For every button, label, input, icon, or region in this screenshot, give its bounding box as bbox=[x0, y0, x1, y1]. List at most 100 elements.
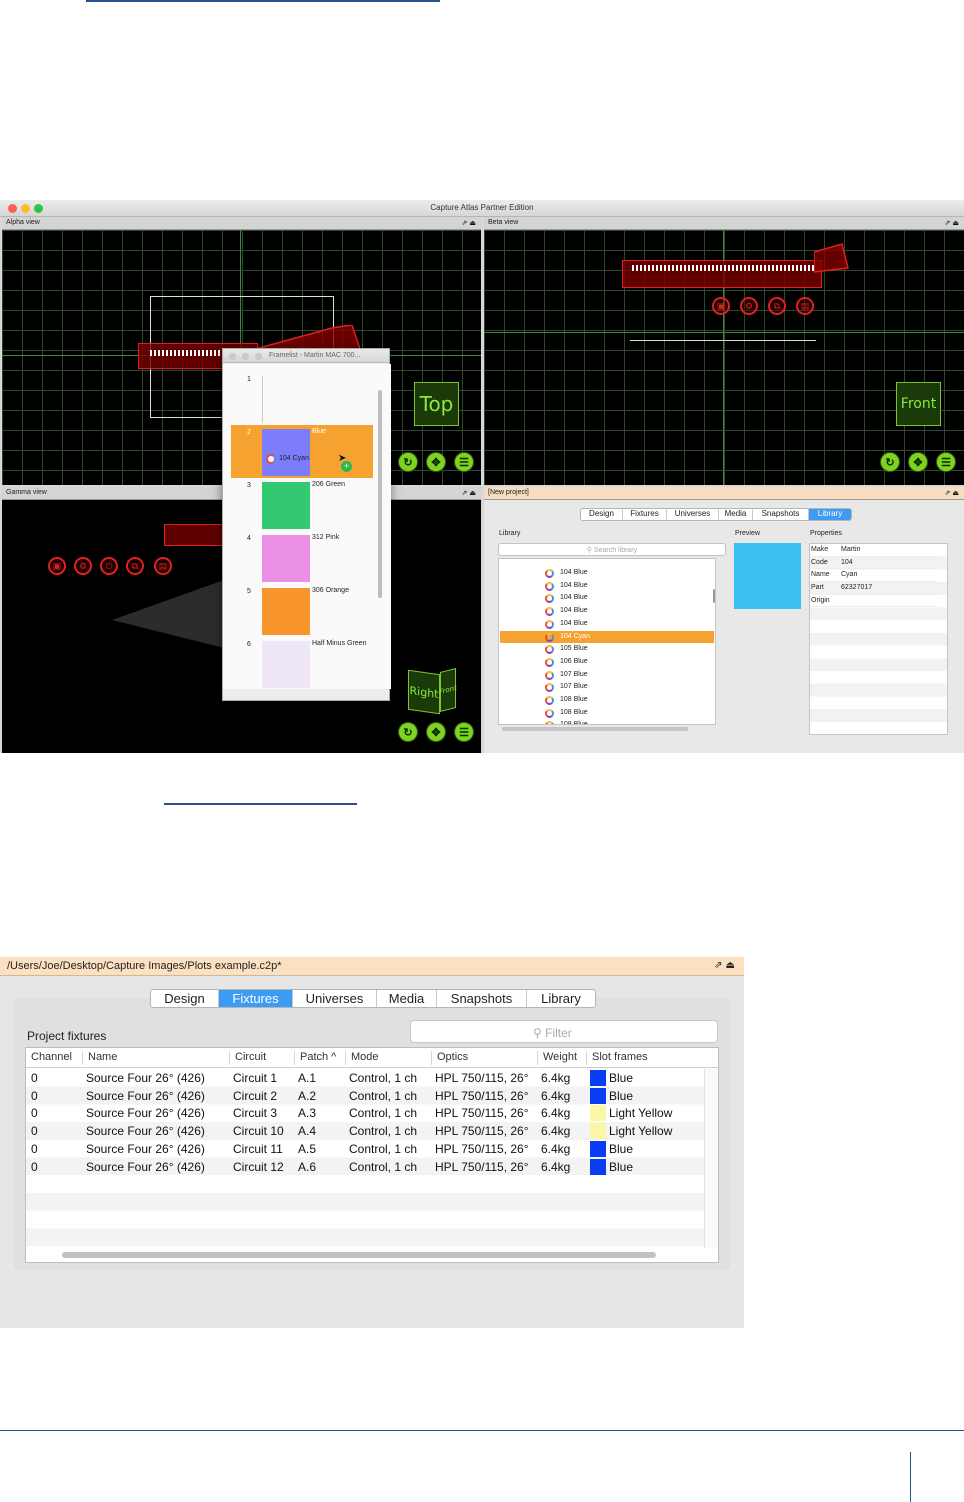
library-item[interactable]: 106 Blue bbox=[500, 656, 714, 669]
framelist-window[interactable]: Framelist - Martin MAC 700... 1 2 Blue 1… bbox=[222, 348, 391, 701]
tab-universes[interactable]: Universes bbox=[667, 509, 719, 520]
fixtures-table[interactable]: Channel Name Circuit Patch ^ Mode Optics… bbox=[25, 1047, 719, 1263]
copy-icon[interactable]: ⧉ bbox=[126, 557, 144, 575]
table-vscroll-track[interactable] bbox=[704, 1069, 718, 1248]
filter-input[interactable]: ⚲ Filter bbox=[410, 1020, 718, 1043]
tab-media[interactable]: Media bbox=[719, 509, 753, 520]
column-slot-frames[interactable]: Slot frames bbox=[586, 1051, 648, 1065]
pane-window-controls[interactable]: ⇗⏏ bbox=[945, 489, 961, 497]
pane-window-controls[interactable]: ⇗⏏ bbox=[714, 960, 738, 971]
framelist-scrollbar[interactable] bbox=[378, 390, 382, 598]
column-circuit[interactable]: Circuit bbox=[229, 1051, 266, 1065]
tab-fixtures[interactable]: Fixtures bbox=[219, 990, 293, 1007]
library-item[interactable]: 104 Blue bbox=[500, 580, 714, 593]
library-search[interactable]: ⚲ Search library bbox=[498, 543, 726, 556]
framelist-close-button[interactable] bbox=[229, 353, 236, 360]
column-weight[interactable]: Weight bbox=[537, 1051, 577, 1065]
frame-slot-number: 2 bbox=[247, 429, 251, 436]
library-item[interactable]: 104 Blue bbox=[500, 567, 714, 580]
table-row[interactable]: 0 Source Four 26° (426) Circuit 10 A.4 Contr… bbox=[26, 1122, 704, 1140]
focus-icon[interactable]: ▣ bbox=[712, 297, 730, 315]
focus-icon[interactable]: ▣ bbox=[48, 557, 66, 575]
tab-snapshots[interactable]: Snapshots bbox=[753, 509, 809, 520]
property-key: Code bbox=[811, 558, 828, 566]
gear-icon[interactable]: ⚙ bbox=[740, 297, 758, 315]
pane-window-controls[interactable]: ⇗⏏ bbox=[462, 219, 478, 227]
framelist-minimize-button[interactable] bbox=[242, 353, 249, 360]
frame-slot-6[interactable]: 6 Half Minus Green bbox=[231, 637, 373, 690]
document-icon[interactable]: ▤ bbox=[796, 297, 814, 315]
frame-slot-1[interactable]: 1 bbox=[231, 372, 373, 425]
pan-button[interactable]: ✥ bbox=[908, 452, 928, 472]
column-optics[interactable]: Optics bbox=[431, 1051, 468, 1065]
framelist-zoom-button[interactable] bbox=[255, 353, 262, 360]
orbit-button[interactable]: ↻ bbox=[398, 722, 418, 742]
library-list[interactable]: 104 Blue 104 Blue 104 Blue 104 Blue 104 Blue… bbox=[498, 558, 716, 725]
library-item[interactable]: 108 Blue bbox=[500, 694, 714, 707]
framelist-list[interactable]: 1 2 Blue 104 Cyan ➤ + 3 206 Green 4 312 … bbox=[223, 364, 391, 689]
library-item[interactable]: 108 Blue bbox=[500, 707, 714, 720]
library-item[interactable]: 107 Blue bbox=[500, 669, 714, 682]
cube-face-front[interactable]: Front bbox=[439, 668, 457, 712]
tab-design[interactable]: Design bbox=[581, 509, 623, 520]
cell-circuit: Circuit 2 bbox=[233, 1088, 278, 1103]
library-scrollbar[interactable] bbox=[713, 589, 715, 603]
tab-design[interactable]: Design bbox=[151, 990, 219, 1007]
front-view-cube[interactable]: Front bbox=[896, 382, 941, 426]
doc-link-underline-top[interactable] bbox=[86, 0, 440, 2]
project-tabs[interactable]: Design Fixtures Universes Media Snapshot… bbox=[150, 989, 596, 1008]
pan-button[interactable]: ✥ bbox=[426, 452, 446, 472]
library-item[interactable]: 104 Blue bbox=[500, 605, 714, 618]
library-item[interactable]: 104 Blue bbox=[500, 592, 714, 605]
tab-media[interactable]: Media bbox=[377, 990, 437, 1007]
column-channel[interactable]: Channel bbox=[26, 1051, 72, 1065]
table-row[interactable]: 0 Source Four 26° (426) Circuit 11 A.5 Contr… bbox=[26, 1140, 704, 1158]
frame-slot-3[interactable]: 3 206 Green bbox=[231, 478, 373, 531]
table-row[interactable]: 0 Source Four 26° (426) Circuit 12 A.6 Contr… bbox=[26, 1158, 704, 1176]
tab-universes[interactable]: Universes bbox=[293, 990, 377, 1007]
menu-button[interactable]: ☰ bbox=[454, 722, 474, 742]
library-item[interactable]: 104 Cyan bbox=[500, 630, 714, 644]
menu-button[interactable]: ☰ bbox=[936, 452, 956, 472]
library-item-label: 108 Blue bbox=[560, 696, 588, 703]
library-item[interactable]: 105 Blue bbox=[500, 643, 714, 656]
cell-name: Source Four 26° (426) bbox=[86, 1106, 205, 1121]
library-hscroll[interactable] bbox=[502, 727, 688, 731]
menu-button[interactable]: ☰ bbox=[454, 452, 474, 472]
tab-snapshots[interactable]: Snapshots bbox=[437, 990, 527, 1007]
library-item[interactable]: 108 Blue bbox=[500, 719, 714, 724]
top-view-cube[interactable]: Top bbox=[414, 382, 459, 426]
beta-view-grid[interactable]: ▣ ⚙ ⧉ ▤ Front ↻ ✥ ☰ bbox=[484, 230, 964, 485]
column-mode[interactable]: Mode bbox=[345, 1051, 379, 1065]
power-icon[interactable]: ⏻ bbox=[100, 557, 118, 575]
tab-library[interactable]: Library bbox=[809, 509, 851, 520]
library-item[interactable]: 104 Blue bbox=[500, 618, 714, 631]
library-label: Library bbox=[499, 530, 521, 537]
gear-icon[interactable]: ⚙ bbox=[74, 557, 92, 575]
column-name[interactable]: Name bbox=[82, 1051, 117, 1065]
cube-face-right[interactable]: Right bbox=[408, 669, 440, 715]
doc-link-underline-middle[interactable] bbox=[164, 803, 357, 805]
frame-slot-5[interactable]: 5 306 Orange bbox=[231, 584, 373, 637]
table-row[interactable]: 0 Source Four 26° (426) Circuit 2 A.2 Contro… bbox=[26, 1087, 704, 1105]
orbit-button[interactable]: ↻ bbox=[398, 452, 418, 472]
table-row[interactable]: 0 Source Four 26° (426) Circuit 1 A.1 Contro… bbox=[26, 1069, 704, 1087]
pane-window-controls[interactable]: ⇗⏏ bbox=[945, 219, 961, 227]
tab-fixtures[interactable]: Fixtures bbox=[623, 509, 667, 520]
project-pane[interactable]: [New project] ⇗⏏ Design Fixtures Univers… bbox=[484, 487, 964, 753]
copy-icon[interactable]: ⧉ bbox=[768, 297, 786, 315]
beta-view-pane[interactable]: Beta view ⇗⏏ ▣ ⚙ ⧉ ▤ Front ↻ ✥ ☰ bbox=[484, 217, 964, 485]
table-hscroll[interactable] bbox=[62, 1252, 656, 1258]
frame-slot-4[interactable]: 4 312 Pink bbox=[231, 531, 373, 584]
pan-button[interactable]: ✥ bbox=[426, 722, 446, 742]
column-patch[interactable]: Patch ^ bbox=[294, 1051, 336, 1065]
document-icon[interactable]: ▤ bbox=[154, 557, 172, 575]
project-tabs[interactable]: Design Fixtures Universes Media Snapshot… bbox=[580, 508, 852, 521]
frame-slot-2[interactable]: 2 Blue 104 Cyan ➤ + bbox=[231, 425, 373, 478]
table-row[interactable]: 0 Source Four 26° (426) Circuit 3 A.3 Contro… bbox=[26, 1104, 704, 1122]
library-item[interactable]: 107 Blue bbox=[500, 681, 714, 694]
orbit-button[interactable]: ↻ bbox=[880, 452, 900, 472]
tab-library[interactable]: Library bbox=[527, 990, 595, 1007]
pane-window-controls[interactable]: ⇗⏏ bbox=[462, 489, 478, 497]
perspective-view-cube[interactable]: Right Front bbox=[408, 664, 457, 715]
